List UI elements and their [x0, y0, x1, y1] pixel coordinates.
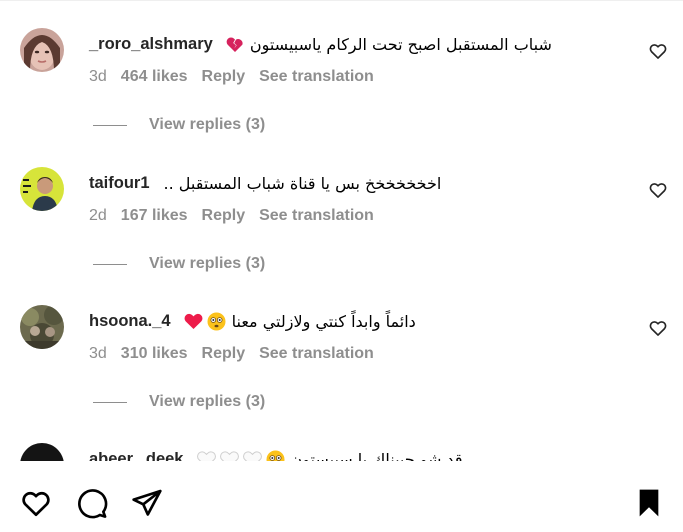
view-replies-label: View replies (3)	[149, 255, 266, 272]
comment-post-button[interactable]	[76, 487, 108, 519]
red-heart-emoji	[184, 313, 203, 330]
heart-outline-icon	[649, 321, 667, 336]
flushed-face-emoji	[266, 450, 285, 461]
see-translation-button[interactable]: See translation	[259, 207, 374, 225]
comment-username[interactable]: taifour1	[89, 174, 150, 193]
comments-list[interactable]: _roro_alshmary شباب المستقبل اصبح تحت ال…	[0, 0, 683, 461]
comment-item: abeer._deek قد شو حبيناك يا سبيستون	[0, 415, 683, 461]
share-icon	[132, 489, 162, 516]
replies-divider	[93, 124, 127, 126]
heart-icon	[22, 491, 50, 517]
post-action-bar	[0, 470, 683, 532]
reply-button[interactable]: Reply	[202, 345, 246, 363]
flushed-face-emoji	[207, 312, 226, 331]
avatar[interactable]	[20, 167, 64, 211]
comment-likes-count[interactable]: 167 likes	[121, 207, 188, 225]
avatar[interactable]	[20, 443, 64, 461]
see-translation-button[interactable]: See translation	[259, 68, 374, 86]
heart-outline-icon	[649, 183, 667, 198]
see-translation-button[interactable]: See translation	[259, 345, 374, 363]
replies-divider	[93, 263, 127, 265]
like-comment-button[interactable]	[648, 318, 668, 338]
like-post-button[interactable]	[20, 487, 52, 519]
reply-button[interactable]: Reply	[202, 68, 246, 86]
white-heart-emoji	[242, 450, 262, 461]
view-replies-button[interactable]: View replies (3)	[93, 255, 265, 273]
reply-button[interactable]: Reply	[202, 207, 246, 225]
white-heart-emoji	[196, 450, 216, 461]
comment-username[interactable]: hsoona._4	[89, 312, 171, 331]
view-replies-label: View replies (3)	[149, 116, 266, 133]
comment-likes-count[interactable]: 464 likes	[121, 68, 188, 86]
view-replies-button[interactable]: View replies (3)	[93, 116, 265, 134]
comment-timestamp: 3d	[89, 345, 107, 362]
like-comment-button[interactable]	[648, 180, 668, 200]
broken-heart-emoji	[226, 36, 244, 53]
share-post-button[interactable]	[131, 487, 163, 519]
comment-text: قد شو حبيناك يا سبيستون	[290, 449, 463, 462]
avatar[interactable]	[20, 305, 64, 349]
replies-divider	[93, 401, 127, 403]
comment-text: دائماً وابداً كنتي ولازلتي معنا	[231, 311, 416, 331]
view-replies-label: View replies (3)	[149, 393, 266, 410]
comment-item: _roro_alshmary شباب المستقبل اصبح تحت ال…	[0, 0, 683, 138]
avatar[interactable]	[20, 28, 64, 72]
comment-text: اخخخخخخخ بس يا قناة شباب المستقبل ..	[163, 173, 442, 193]
comment-item: hsoona._4 دائماً وابداً كنتي ولازلتي معن…	[0, 277, 683, 415]
comment-timestamp: 3d	[89, 68, 107, 85]
comment-item: taifour1 اخخخخخخخ بس يا قناة شباب المستق…	[0, 139, 683, 277]
heart-outline-icon	[649, 44, 667, 59]
comment-timestamp: 2d	[89, 207, 107, 224]
save-post-button[interactable]	[633, 487, 665, 519]
comment-username[interactable]: _roro_alshmary	[89, 35, 213, 54]
comment-likes-count[interactable]: 310 likes	[121, 345, 188, 363]
comment-username[interactable]: abeer._deek	[89, 450, 184, 462]
comment-text: شباب المستقبل اصبح تحت الركام ياسبيستون	[249, 34, 552, 54]
white-heart-emoji	[219, 450, 239, 461]
like-comment-button[interactable]	[648, 41, 668, 61]
view-replies-button[interactable]: View replies (3)	[93, 393, 265, 411]
comment-icon	[78, 489, 108, 519]
bookmark-icon	[639, 489, 659, 517]
